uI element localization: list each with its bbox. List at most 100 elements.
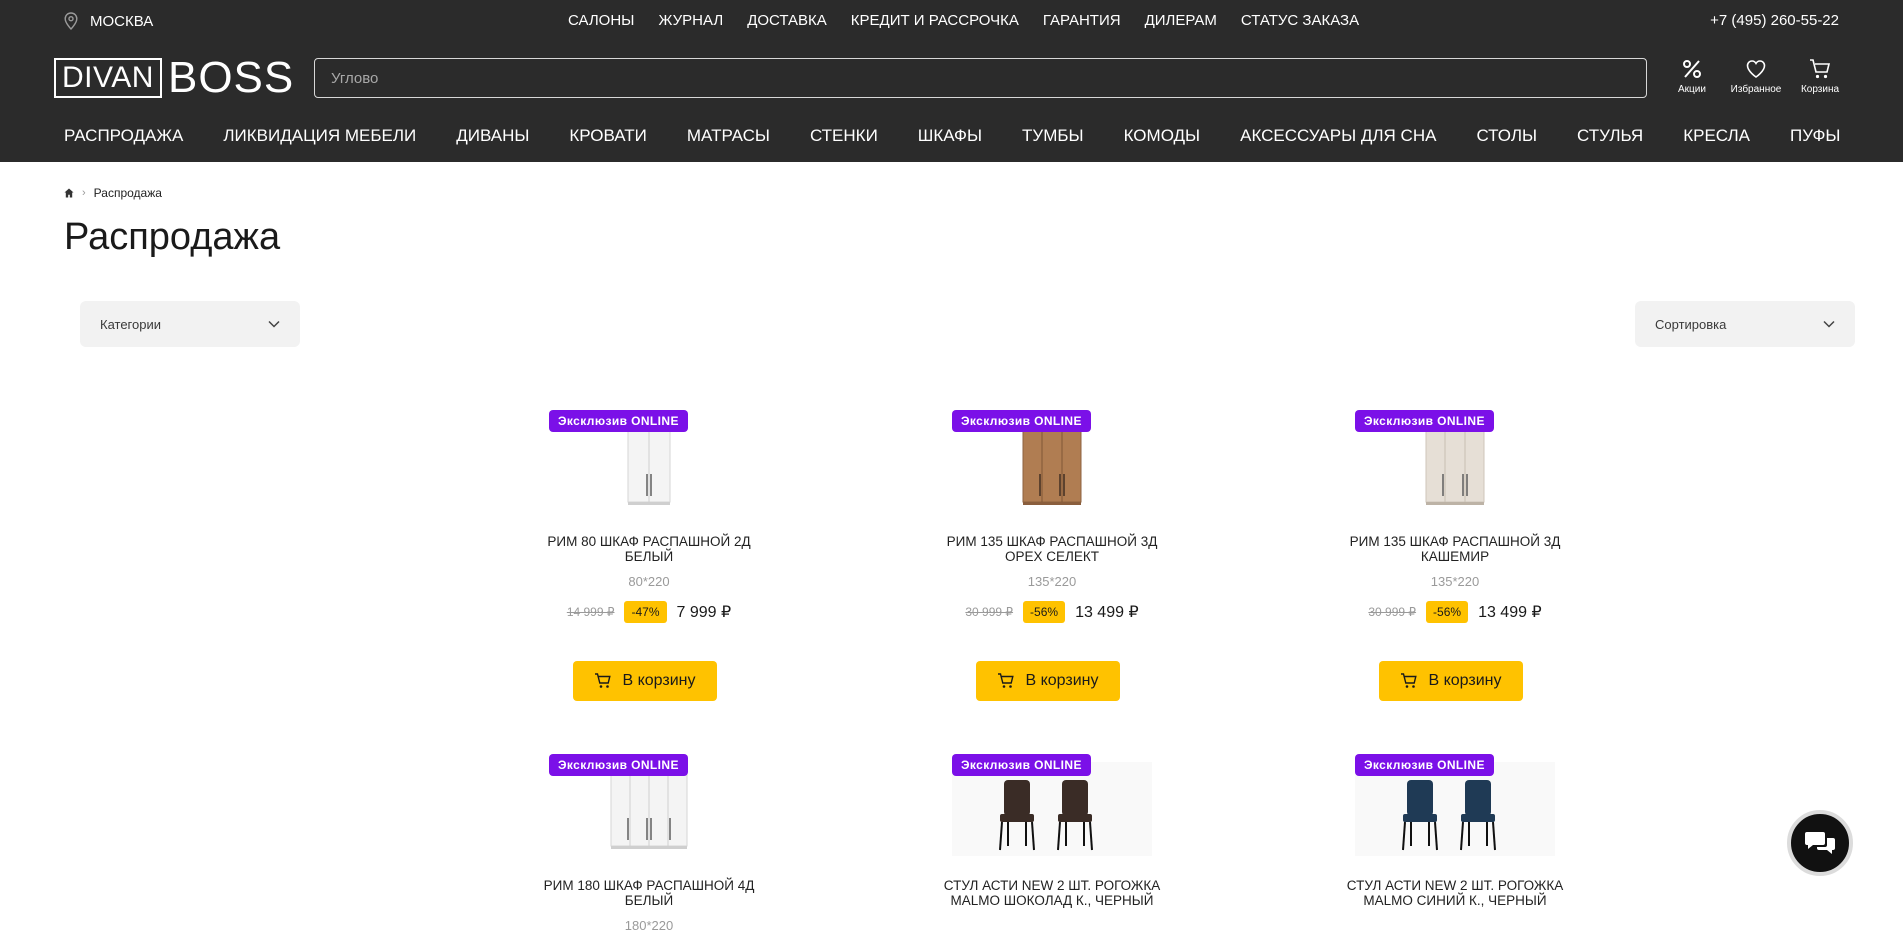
- price-block: 30 999 ₽ -56% 13 499 ₽: [952, 601, 1152, 623]
- favorites-label: Избранное: [1730, 84, 1782, 95]
- location-pin-icon: [64, 12, 78, 30]
- product-image[interactable]: [952, 762, 1152, 856]
- top-link-dealers[interactable]: ДИЛЕРАМ: [1145, 12, 1217, 29]
- nav-item-wardrobes[interactable]: ШКАФЫ: [918, 126, 982, 146]
- cart-button[interactable]: Корзина: [1788, 58, 1852, 95]
- chat-icon: [1805, 832, 1835, 854]
- product-name[interactable]: РИМ 180 ШКАФ РАСПАШНОЙ 4Д БЕЛЫЙ: [539, 878, 759, 908]
- phone-number[interactable]: +7 (495) 260-55-22: [1710, 12, 1839, 29]
- product-size: 135*220: [1027, 574, 1077, 589]
- discount-badge: -56%: [1426, 601, 1469, 623]
- exclusive-badge: Эксклюзив ONLINE: [1355, 410, 1494, 432]
- exclusive-badge: Эксклюзив ONLINE: [549, 410, 688, 432]
- product-size: 80*220: [628, 574, 670, 589]
- chat-widget-button[interactable]: [1787, 810, 1853, 876]
- old-price: 14 999 ₽: [566, 605, 615, 619]
- price-block: 30 999 ₽ -56% 13 499 ₽: [1355, 601, 1555, 623]
- chevron-down-icon: [1823, 320, 1835, 328]
- top-link-delivery[interactable]: ДОСТАВКА: [747, 12, 827, 29]
- top-link-credit[interactable]: КРЕДИТ И РАССРОЧКА: [851, 12, 1019, 29]
- categories-label: Категории: [100, 316, 161, 332]
- breadcrumb: › Распродажа: [64, 186, 162, 200]
- favorites-button[interactable]: Избранное: [1724, 58, 1788, 95]
- product-size: 180*220: [624, 918, 674, 933]
- logo-divan: DIVAN: [54, 58, 162, 98]
- add-to-cart-button[interactable]: В корзину: [573, 661, 717, 701]
- price-block: 14 999 ₽ -47% 7 999 ₽: [549, 601, 749, 623]
- product-size: 135*220: [1430, 574, 1480, 589]
- wardrobe-image: [627, 425, 671, 505]
- breadcrumb-current: Распродажа: [93, 186, 162, 200]
- cart-icon: [1401, 673, 1418, 688]
- top-nav: САЛОНЫ ЖУРНАЛ ДОСТАВКА КРЕДИТ И РАССРОЧК…: [568, 12, 1359, 29]
- chairs-image: [952, 762, 1152, 856]
- exclusive-badge: Эксклюзив ONLINE: [1355, 754, 1494, 776]
- nav-item-nightstands[interactable]: ТУМБЫ: [1022, 126, 1084, 146]
- nav-item-liquidation[interactable]: ЛИКВИДАЦИЯ МЕБЕЛИ: [223, 126, 416, 146]
- nav-item-sofas[interactable]: ДИВАНЫ: [456, 126, 529, 146]
- product-image[interactable]: [952, 418, 1152, 512]
- current-price: 13 499 ₽: [1478, 604, 1542, 621]
- old-price: 30 999 ₽: [1368, 605, 1417, 619]
- search-input[interactable]: [314, 58, 1647, 98]
- cart-icon: [595, 673, 612, 688]
- chevron-down-icon: [268, 320, 280, 328]
- heart-icon: [1746, 60, 1766, 78]
- add-to-cart-button[interactable]: В корзину: [1379, 661, 1523, 701]
- cart-label: Корзина: [1800, 84, 1840, 95]
- exclusive-badge: Эксклюзив ONLINE: [952, 410, 1091, 432]
- product-image[interactable]: [1355, 418, 1555, 512]
- product-name[interactable]: РИМ 80 ШКАФ РАСПАШНОЙ 2Д БЕЛЫЙ: [539, 534, 759, 564]
- top-link-warranty[interactable]: ГАРАНТИЯ: [1043, 12, 1121, 29]
- old-price: 30 999 ₽: [965, 605, 1014, 619]
- logo[interactable]: DIVAN BOSS: [54, 53, 295, 102]
- cart-icon: [1810, 59, 1831, 79]
- header-icons: Акции Избранное Корзина: [1660, 58, 1852, 95]
- chairs-image: [1355, 762, 1555, 856]
- exclusive-badge: Эксклюзив ONLINE: [952, 754, 1091, 776]
- nav-item-mattresses[interactable]: МАТРАСЫ: [687, 126, 770, 146]
- exclusive-badge: Эксклюзив ONLINE: [549, 754, 688, 776]
- home-icon[interactable]: [64, 188, 74, 198]
- nav-item-chairs[interactable]: СТУЛЬЯ: [1577, 126, 1643, 146]
- wardrobe-image: [1425, 425, 1485, 505]
- add-to-cart-label: В корзину: [622, 672, 696, 689]
- add-to-cart-button[interactable]: В корзину: [976, 661, 1120, 701]
- page-title: Распродажа: [64, 216, 281, 258]
- nav-item-sale[interactable]: РАСПРОДАЖА: [64, 126, 183, 146]
- nav-item-sleep-accessories[interactable]: АКСЕССУАРЫ ДЛЯ СНА: [1240, 126, 1436, 146]
- categories-dropdown[interactable]: Категории: [80, 301, 300, 347]
- nav-item-poufs[interactable]: ПУФЫ: [1790, 126, 1840, 146]
- product-image[interactable]: [549, 762, 749, 856]
- breadcrumb-separator: ›: [82, 187, 86, 199]
- percent-icon: [1683, 60, 1701, 78]
- product-image[interactable]: [1355, 762, 1555, 856]
- nav-item-dressers[interactable]: КОМОДЫ: [1124, 126, 1201, 146]
- product-name[interactable]: СТУЛ АСТИ NEW 2 ШТ. РОГОЖКА MALMO ШОКОЛА…: [942, 878, 1162, 908]
- city-name: МОСКВА: [90, 12, 154, 30]
- nav-item-armchairs[interactable]: КРЕСЛА: [1683, 126, 1750, 146]
- product-name[interactable]: РИМ 135 ШКАФ РАСПАШНОЙ 3Д КАШЕМИР: [1345, 534, 1565, 564]
- site-header: МОСКВА САЛОНЫ ЖУРНАЛ ДОСТАВКА КРЕДИТ И Р…: [0, 0, 1903, 162]
- discount-badge: -47%: [624, 601, 667, 623]
- top-link-order-status[interactable]: СТАТУС ЗАКАЗА: [1241, 12, 1359, 29]
- product-name[interactable]: СТУЛ АСТИ NEW 2 ШТ. РОГОЖКА MALMO СИНИЙ …: [1345, 878, 1565, 908]
- sort-dropdown[interactable]: Сортировка: [1635, 301, 1855, 347]
- nav-item-beds[interactable]: КРОВАТИ: [569, 126, 646, 146]
- promo-label: Акции: [1678, 84, 1706, 95]
- product-image[interactable]: [549, 418, 749, 512]
- promo-button[interactable]: Акции: [1660, 58, 1724, 95]
- logo-boss: BOSS: [167, 53, 295, 102]
- top-link-salons[interactable]: САЛОНЫ: [568, 12, 634, 29]
- nav-item-tables[interactable]: СТОЛЫ: [1476, 126, 1537, 146]
- wardrobe-image: [1022, 425, 1082, 505]
- top-link-journal[interactable]: ЖУРНАЛ: [658, 12, 723, 29]
- city-selector[interactable]: МОСКВА: [64, 12, 153, 30]
- current-price: 7 999 ₽: [676, 604, 732, 621]
- sort-label: Сортировка: [1655, 316, 1727, 332]
- add-to-cart-label: В корзину: [1428, 672, 1502, 689]
- current-price: 13 499 ₽: [1075, 604, 1139, 621]
- discount-badge: -56%: [1023, 601, 1066, 623]
- product-name[interactable]: РИМ 135 ШКАФ РАСПАШНОЙ 3Д ОРЕХ СЕЛЕКТ: [942, 534, 1162, 564]
- nav-item-walls[interactable]: СТЕНКИ: [810, 126, 878, 146]
